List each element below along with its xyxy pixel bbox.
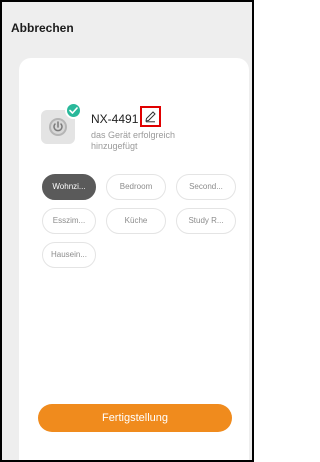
success-badge — [65, 102, 82, 119]
room-chip-esszimmer[interactable]: Esszim... — [42, 208, 96, 234]
room-chip-study[interactable]: Study R... — [176, 208, 236, 234]
power-icon — [49, 118, 67, 136]
pencil-icon — [145, 111, 156, 123]
device-name: NX-4491 — [91, 112, 139, 126]
check-icon — [69, 107, 78, 114]
room-chip-hauseingang[interactable]: Hausein... — [42, 242, 96, 268]
room-chip-kueche[interactable]: Küche — [106, 208, 166, 234]
status-line-2: hinzugefügt — [91, 141, 138, 151]
edit-name-button[interactable] — [140, 106, 161, 127]
device-card: NX-4491 das Gerät erfolgreich hinzugefüg… — [19, 58, 249, 460]
app-frame: Abbrechen NX-4491 das Gerät erfolgreich — [0, 0, 254, 462]
header-bar: Abbrechen — [2, 2, 252, 50]
room-chip-second[interactable]: Second... — [176, 174, 236, 200]
room-chip-wohnzimmer[interactable]: Wohnzi... — [42, 174, 96, 200]
finish-button[interactable]: Fertigstellung — [38, 404, 232, 432]
room-chip-bedroom[interactable]: Bedroom — [106, 174, 166, 200]
device-status-text: das Gerät erfolgreich hinzugefügt — [91, 130, 211, 152]
status-line-1: das Gerät erfolgreich — [91, 130, 176, 140]
cancel-button[interactable]: Abbrechen — [11, 21, 74, 35]
